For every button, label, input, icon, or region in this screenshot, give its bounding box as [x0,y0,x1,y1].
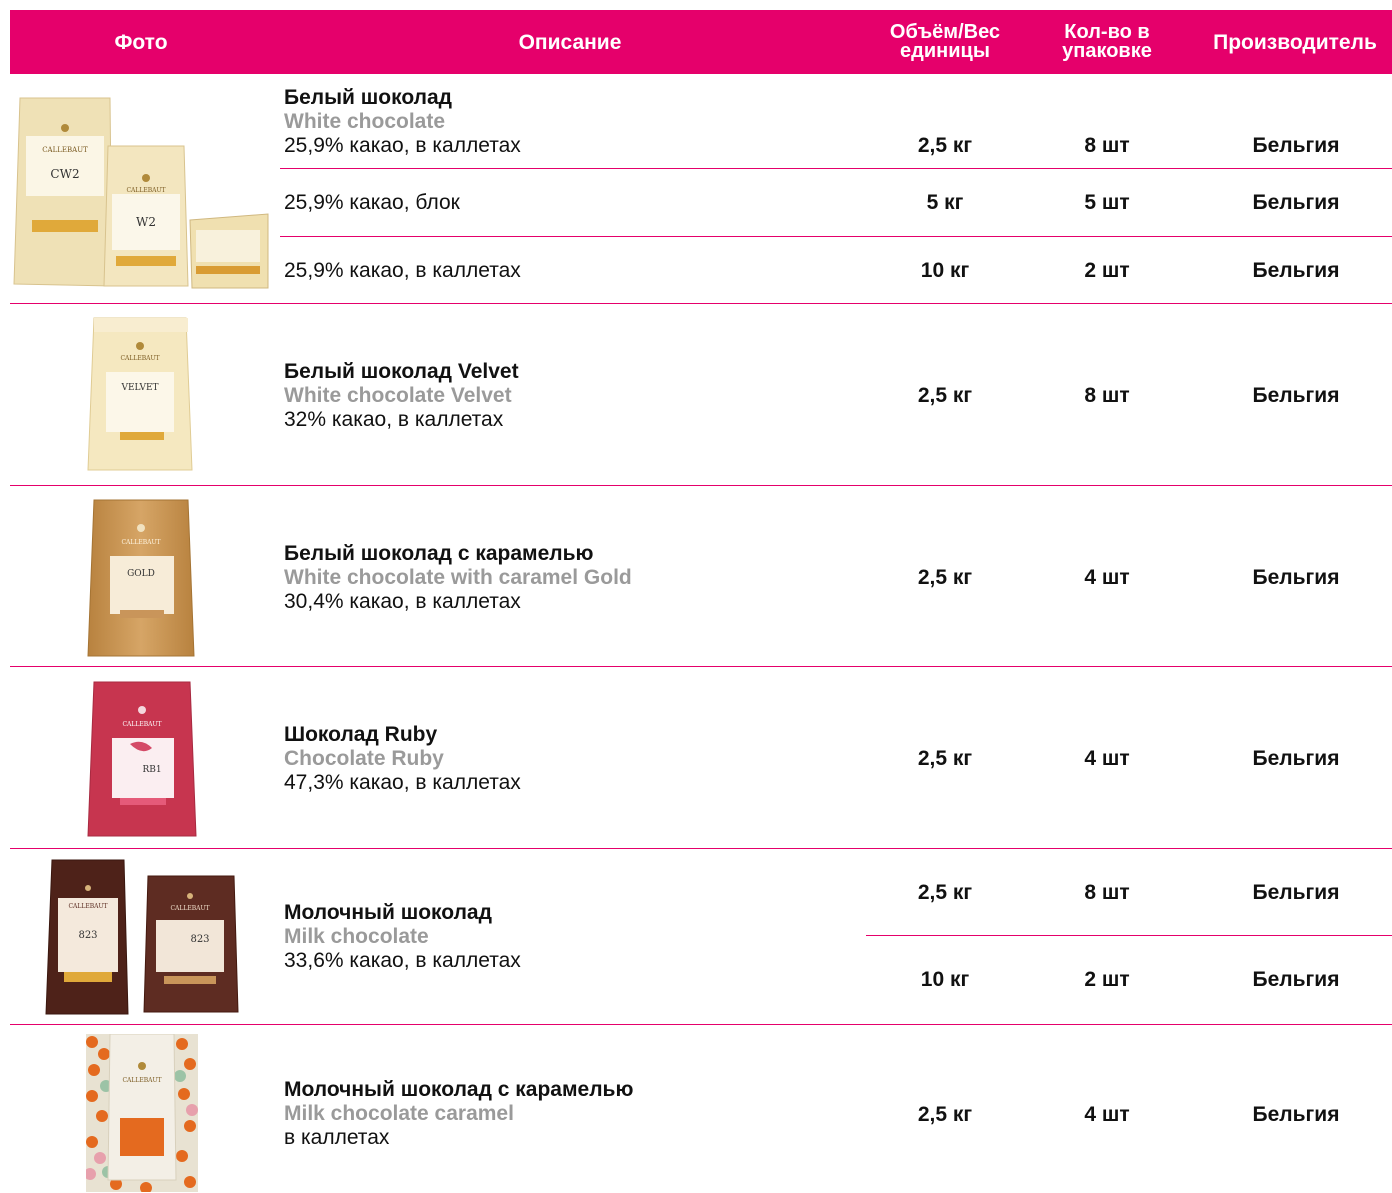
table-header: Фото Описание Объём/Вес единицы Кол-во в… [10,10,1392,74]
section-divider [10,848,1392,849]
product-desc: 30,4% какао, в каллетах [284,590,521,613]
qty-cell: 8 шт [1084,134,1130,157]
package-brand-text: CALLEBAUT [126,187,165,194]
product-photo-ruby: CALLEBAUT RB1 [86,680,198,838]
maker-cell: Бельгия [1252,384,1340,407]
section-divider [10,303,1392,304]
product-photo-velvet: CALLEBAUT VELVET [86,316,196,472]
maker-cell: Бельгия [1252,968,1340,991]
product-title: Белый шоколад с карамелью [284,542,594,565]
weight-cell: 2,5 кг [917,566,973,589]
weight-cell: 10 кг [920,259,970,282]
maker-cell: Бельгия [1252,881,1340,904]
product-description: Молочный шоколад Milk chocolate 33,6% ка… [284,901,521,973]
header-photo: Фото [114,30,168,54]
qty-cell: 5 шт [1084,191,1130,214]
package-brand-text: CALLEBAUT [68,903,107,910]
product-title: Молочный шоколад с карамелью [284,1078,634,1101]
package-brand-text: CALLEBAUT [170,905,209,912]
weight-cell: 2,5 кг [917,881,973,904]
qty-cell: 8 шт [1084,384,1130,407]
weight-cell: 2,5 кг [917,1103,973,1126]
product-photo-milk-chocolate: CALLEBAUT 823 CALLEBAUT 823 [44,858,240,1016]
row-divider [866,935,1392,936]
header-description: Описание [518,30,622,54]
qty-cell: 4 шт [1084,747,1130,770]
product-desc: 25,9% какао, в каллетах [284,259,521,282]
package-label-823: 823 [190,934,209,945]
product-desc: в каллетах [284,1126,390,1149]
section-divider [10,485,1392,486]
header-weight: Объём/Вес единицы [889,21,1001,62]
maker-cell: Бельгия [1252,134,1340,157]
weight-cell: 2,5 кг [917,384,973,407]
weight-cell: 2,5 кг [917,134,973,157]
header-maker: Производитель [1213,30,1377,54]
product-title-en: Milk chocolate [284,925,429,948]
product-photo-milk-caramel: CALLEBAUT [86,1034,198,1192]
product-title: Шоколад Ruby [284,723,438,746]
product-title-en: White chocolate Velvet [284,384,512,407]
row-divider [280,168,1392,169]
weight-cell: 5 кг [926,191,964,214]
product-title: Молочный шоколад [284,901,492,924]
qty-cell: 2 шт [1084,968,1130,991]
product-description: Белый шоколад с карамелью White chocolat… [284,542,632,614]
product-desc: 32% какао, в каллетах [284,408,504,431]
weight-cell: 10 кг [920,968,970,991]
package-brand-text: CALLEBAUT [42,146,88,154]
product-title: Белый шоколад Velvet [284,360,519,383]
package-label-w2: W2 [136,215,156,229]
maker-cell: Бельгия [1252,747,1340,770]
qty-cell: 8 шт [1084,881,1130,904]
maker-cell: Бельгия [1252,191,1340,214]
qty-cell: 4 шт [1084,566,1130,589]
weight-cell: 2,5 кг [917,747,973,770]
product-description: Белый шоколад Velvet White chocolate Vel… [284,360,519,432]
product-description: Молочный шоколад с карамелью Milk chocol… [284,1078,633,1150]
product-title: Белый шоколад [284,86,453,109]
section-divider [10,1024,1392,1025]
package-label-823: 823 [78,930,97,941]
package-brand-text: CALLEBAUT [121,539,160,546]
maker-cell: Бельгия [1252,259,1340,282]
section-divider [10,666,1392,667]
product-desc: 33,6% какао, в каллетах [284,949,521,972]
product-desc: 25,9% какао, в каллетах [284,134,521,157]
product-title-en: Chocolate Ruby [284,747,444,770]
qty-cell: 2 шт [1084,259,1130,282]
package-label-gold: GOLD [127,569,155,579]
package-label-cw2: CW2 [50,167,79,181]
package-brand-text: CALLEBAUT [122,1077,161,1084]
package-label-rb1: RB1 [142,765,161,775]
row-divider [280,236,1392,237]
product-description: Белый шоколад White chocolate 25,9% кака… [284,86,521,158]
product-title-en: Milk chocolate caramel [284,1102,514,1125]
package-label-velvet: VELVET [120,383,158,393]
maker-cell: Бельгия [1252,1103,1340,1126]
product-desc: 25,9% какао, блок [284,191,460,214]
package-brand-text: CALLEBAUT [122,721,161,728]
qty-cell: 4 шт [1084,1103,1130,1126]
product-photo-gold: CALLEBAUT GOLD [86,498,198,658]
product-description: Шоколад Ruby Chocolate Ruby 47,3% какао,… [284,723,521,795]
package-brand-text: CALLEBAUT [120,355,159,362]
product-title-en: White chocolate with caramel Gold [284,566,632,589]
maker-cell: Бельгия [1252,566,1340,589]
product-photo-white-chocolate: CALLEBAUT CW2 CALLEBAUT W2 [12,96,272,290]
product-title-en: White chocolate [284,110,446,133]
header-qty: Кол-во в упаковке [1062,21,1152,62]
product-desc: 47,3% какао, в каллетах [284,771,521,794]
